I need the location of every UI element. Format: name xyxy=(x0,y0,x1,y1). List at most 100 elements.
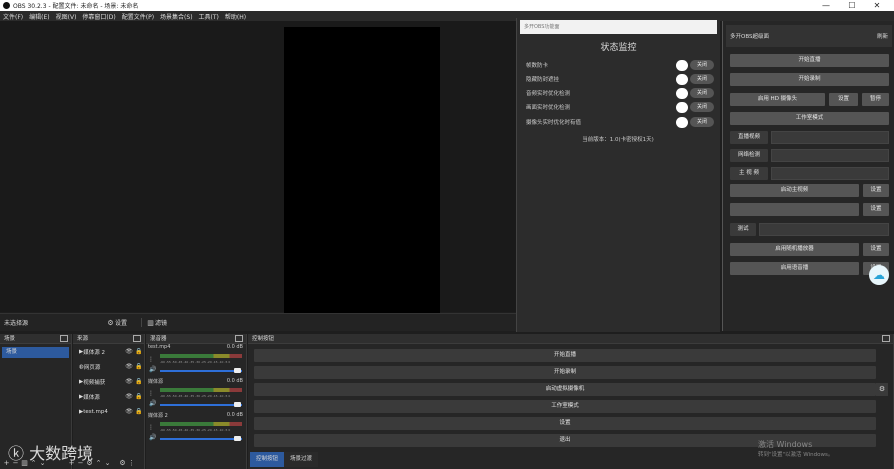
close-toggle-button[interactable]: 关闭 xyxy=(690,60,714,70)
source-item[interactable]: ▶ test.mp4 👁 🔒 xyxy=(73,404,144,419)
menu-profile[interactable]: 配置文件(P) xyxy=(122,12,154,21)
virtual-camera-control-button[interactable]: 启动虚拟摄像机 xyxy=(254,383,876,396)
virtual-cam-settings-button[interactable]: 设置 xyxy=(829,93,858,106)
tab-controls[interactable]: 控制按钮 xyxy=(250,452,285,467)
speaker-icon[interactable]: 🔊 xyxy=(149,400,156,407)
eye-icon[interactable]: 👁 xyxy=(124,363,134,370)
cloud-icon[interactable]: ☁ xyxy=(869,265,889,285)
volume-slider[interactable] xyxy=(160,438,242,440)
source-item[interactable]: ▶ 视频捕获 👁 🔒 xyxy=(73,374,144,389)
tab-transitions[interactable]: 场景过渡 xyxy=(284,452,319,467)
test-input[interactable] xyxy=(759,223,889,236)
close-toggle-button[interactable]: 关闭 xyxy=(690,88,714,98)
close-toggle-button[interactable]: 关闭 xyxy=(690,74,714,84)
brand-watermark: ⓚ 大数跨境 xyxy=(8,440,93,464)
gear-icon[interactable]: ⚙ xyxy=(118,459,127,467)
volume-slider[interactable] xyxy=(160,404,242,406)
up-icon[interactable]: ⌃ xyxy=(94,459,103,467)
eye-icon[interactable]: 👁 xyxy=(124,378,134,385)
menu-docks[interactable]: 停靠窗口(D) xyxy=(82,12,115,21)
studio-mode-control-button[interactable]: 工作室模式 xyxy=(254,400,876,413)
popout-icon[interactable] xyxy=(235,335,243,342)
network-input[interactable] xyxy=(771,149,889,162)
monitor-row-label: 画面实时优化检测 xyxy=(526,105,571,111)
close-toggle-button[interactable]: 关闭 xyxy=(690,102,714,112)
toggle-switch[interactable] xyxy=(676,87,688,99)
speaker-icon[interactable]: 🔊 xyxy=(149,434,156,441)
more-icon[interactable]: ⋮ xyxy=(148,390,154,397)
source-name: 媒体源 xyxy=(83,394,100,401)
more-icon[interactable]: ⋮ xyxy=(148,424,154,431)
lock-icon[interactable]: 🔒 xyxy=(134,378,144,385)
virtual-cam-stop-button[interactable]: 暂停 xyxy=(862,93,889,106)
preview-canvas[interactable] xyxy=(284,27,440,313)
maximize-button[interactable]: ☐ xyxy=(841,0,863,11)
studio-mode-button[interactable]: 工作室模式 xyxy=(730,112,889,125)
auto-video-button[interactable]: 启动主视频 xyxy=(730,184,859,197)
speaker-icon[interactable]: 🔊 xyxy=(149,366,156,373)
toggle-switch[interactable] xyxy=(676,101,688,113)
red-status-button[interactable] xyxy=(730,203,859,216)
random-player-settings-button[interactable]: 设置 xyxy=(863,243,889,256)
start-stream-button[interactable]: 开始直播 xyxy=(730,54,889,67)
toggle-switch[interactable] xyxy=(676,59,688,71)
obs-logo-icon xyxy=(3,2,10,9)
lock-icon[interactable]: 🔒 xyxy=(134,348,144,355)
menu-help[interactable]: 帮助(H) xyxy=(225,12,246,21)
menu-scene-collection[interactable]: 场景集合(S) xyxy=(160,12,193,21)
eye-icon[interactable]: 👁 xyxy=(124,393,134,400)
settings-button[interactable]: ⚙设置 xyxy=(106,318,127,327)
down-icon[interactable]: ⌄ xyxy=(103,459,112,467)
source-item[interactable]: ◍ 网页源 👁 🔒 xyxy=(73,359,144,374)
multi-obs-panel: 多开OBS超级面 刷新 开始直播 开始录制 启用 HD 摄像头 设置 暂停 工作… xyxy=(722,21,894,331)
lock-icon[interactable]: 🔒 xyxy=(134,393,144,400)
source-name: 媒体源 2 xyxy=(83,349,105,356)
volume-slider[interactable] xyxy=(160,370,242,372)
start-record-control-button[interactable]: 开始录制 xyxy=(254,366,876,379)
menu-view[interactable]: 视图(V) xyxy=(56,12,77,21)
popout-icon[interactable] xyxy=(882,335,890,342)
virtual-camera-gear-icon[interactable]: ⚙ xyxy=(876,383,888,396)
more-icon[interactable]: ⋮ xyxy=(127,459,136,467)
monitor-row-label: 摄像头实时优化时有值 xyxy=(526,120,582,126)
volume-meter xyxy=(160,354,242,358)
close-button[interactable]: ✕ xyxy=(866,0,888,11)
menu-edit[interactable]: 编辑(E) xyxy=(29,12,49,21)
track-name: 媒体源 xyxy=(148,379,164,385)
main-video-input[interactable] xyxy=(771,167,889,180)
start-record-button[interactable]: 开始录制 xyxy=(730,73,889,86)
popout-icon[interactable] xyxy=(60,335,68,342)
more-icon[interactable]: ⋮ xyxy=(148,356,154,363)
volume-knob[interactable] xyxy=(234,368,241,373)
red-status-settings-button[interactable]: 设置 xyxy=(863,203,889,216)
no-source-label: 未选择源 xyxy=(4,320,29,327)
volume-knob[interactable] xyxy=(234,402,241,407)
toggle-switch[interactable] xyxy=(676,73,688,85)
random-player-button[interactable]: 启用随机播放器 xyxy=(730,243,859,256)
source-item[interactable]: ▶ 媒体源 👁 🔒 xyxy=(73,389,144,404)
popout-icon[interactable] xyxy=(133,335,141,342)
volume-knob[interactable] xyxy=(234,436,241,441)
scene-item[interactable]: 场景 xyxy=(2,347,69,358)
filters-button[interactable]: ▥滤镜 xyxy=(141,318,167,327)
auto-video-settings-button[interactable]: 设置 xyxy=(863,184,889,197)
menu-tools[interactable]: 工具(T) xyxy=(199,12,219,21)
lock-icon[interactable]: 🔒 xyxy=(134,363,144,370)
refresh-button[interactable]: 刷新 xyxy=(877,32,888,40)
brand-logo-icon: ⓚ xyxy=(8,444,25,463)
close-toggle-button[interactable]: 关闭 xyxy=(690,117,714,127)
toggle-switch[interactable] xyxy=(676,116,688,128)
source-item[interactable]: ▶ 媒体源 2 👁 🔒 xyxy=(73,344,144,359)
source-toolbar: 未选择源 ⚙设置 ▥滤镜 xyxy=(0,313,516,331)
monitor-row: 音频实时优化检测 关闭 xyxy=(526,87,714,99)
settings-control-button[interactable]: 设置 xyxy=(254,417,876,430)
minimize-button[interactable]: — xyxy=(815,0,837,11)
live-video-input[interactable] xyxy=(771,131,889,144)
eye-icon[interactable]: 👁 xyxy=(124,348,134,355)
voice-play-button[interactable]: 启用语音播 xyxy=(730,262,859,275)
lock-icon[interactable]: 🔒 xyxy=(134,408,144,415)
virtual-cam-button[interactable]: 启用 HD 摄像头 xyxy=(730,93,825,106)
start-stream-control-button[interactable]: 开始直播 xyxy=(254,349,876,362)
eye-icon[interactable]: 👁 xyxy=(124,408,134,415)
menu-file[interactable]: 文件(F) xyxy=(3,12,23,21)
